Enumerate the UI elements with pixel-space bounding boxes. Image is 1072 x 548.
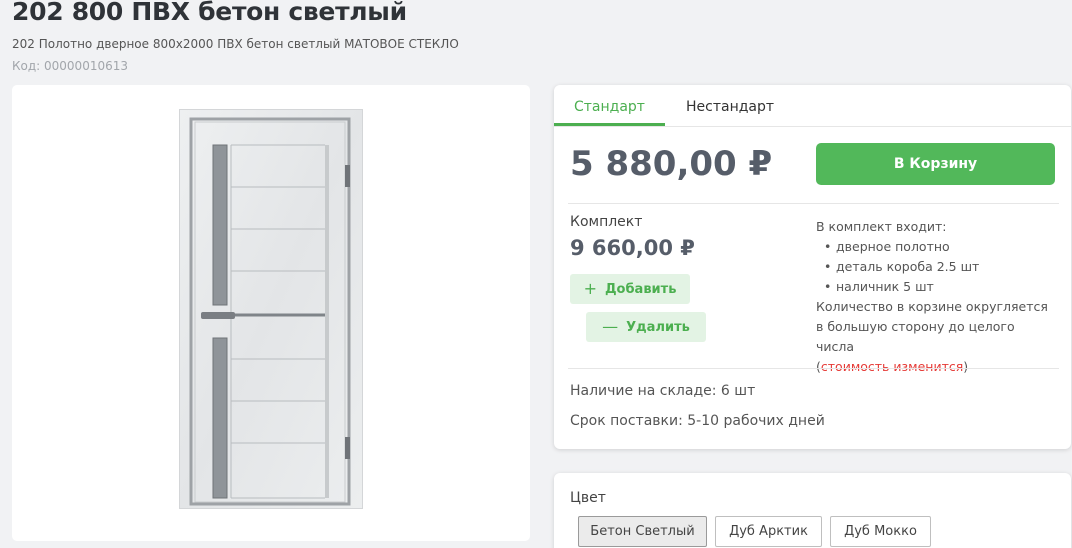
kit-label: Комплект xyxy=(570,214,643,230)
delivery-time: Срок поставки: 5-10 рабочих дней xyxy=(570,413,825,429)
kit-item: деталь короба 2.5 шт xyxy=(824,257,1056,277)
product-subtitle: 202 Полотно дверное 800х2000 ПВХ бетон с… xyxy=(12,37,459,51)
tab-nonstandard[interactable]: Нестандарт xyxy=(686,99,774,115)
kit-price-warning: (стоимость изменится) xyxy=(816,357,1056,377)
product-title: 202 800 ПВХ бетон светлый xyxy=(12,0,407,26)
kit-includes-title: В комплект входит: xyxy=(816,219,947,234)
tab-standard[interactable]: Стандарт xyxy=(574,99,645,115)
add-to-cart-button[interactable]: В Корзину xyxy=(816,143,1055,185)
paren-close: ) xyxy=(963,359,969,374)
color-option-dub-arktik[interactable]: Дуб Арктик xyxy=(715,516,822,547)
plus-icon: + xyxy=(583,279,597,298)
kit-item: наличник 5 шт xyxy=(824,277,1056,297)
product-code: Код: 00000010613 xyxy=(12,59,128,73)
door-image xyxy=(179,109,363,509)
product-price: 5 880,00 ₽ xyxy=(570,144,773,184)
active-tab-indicator xyxy=(554,123,665,126)
stock-availability: Наличие на складе: 6 шт xyxy=(570,383,756,399)
divider xyxy=(568,203,1059,204)
add-kit-button[interactable]: + Добавить xyxy=(570,274,690,304)
price-tabs: Стандарт Нестандарт xyxy=(554,85,1071,127)
color-label: Цвет xyxy=(570,490,606,506)
minus-icon: — xyxy=(602,317,619,336)
kit-contents: В комплект входит: дверное полотно детал… xyxy=(816,217,1056,377)
kit-price: 9 660,00 ₽ xyxy=(570,236,695,260)
kit-item: дверное полотно xyxy=(824,237,1056,257)
color-option-dub-mokko[interactable]: Дуб Мокко xyxy=(830,516,931,547)
remove-kit-label: Удалить xyxy=(626,319,690,335)
kit-rounding-note: Количество в корзине округляется в больш… xyxy=(816,299,1048,354)
color-selector-panel: Цвет Бетон Светлый Дуб Арктик Дуб Мокко xyxy=(554,473,1071,548)
remove-kit-button[interactable]: — Удалить xyxy=(586,312,706,342)
price-change-warning: стоимость изменится xyxy=(820,359,964,374)
purchase-panel: Стандарт Нестандарт 5 880,00 ₽ В Корзину… xyxy=(554,85,1071,449)
divider xyxy=(568,368,1059,369)
add-kit-label: Добавить xyxy=(604,281,677,297)
kit-items-list: дверное полотно деталь короба 2.5 шт нал… xyxy=(816,237,1056,297)
color-option-beton-svetly[interactable]: Бетон Светлый xyxy=(578,516,707,547)
